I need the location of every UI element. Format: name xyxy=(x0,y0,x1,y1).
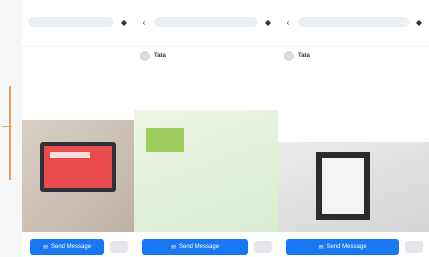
phone-1: ◆ ✉ Send Message xyxy=(22,0,134,257)
post-image[interactable] xyxy=(22,120,134,232)
post-author[interactable]: Tata xyxy=(298,53,310,59)
post-image[interactable] xyxy=(134,110,278,232)
phone-2: ‹ ◆ Tata ✉ Send Message xyxy=(134,0,278,257)
messenger-icon: ✉ xyxy=(170,244,176,251)
messenger-icon: ✉ xyxy=(318,244,324,251)
nav-tabs xyxy=(22,32,134,47)
messenger-icon[interactable]: ◆ xyxy=(415,18,423,27)
top-bar: ‹ ◆ xyxy=(134,12,278,32)
send-message-button[interactable]: ✉ Send Message xyxy=(286,239,399,255)
top-bar: ◆ xyxy=(22,12,134,32)
nav-tabs xyxy=(134,32,278,47)
messenger-icon: ✉ xyxy=(42,244,48,251)
search-input[interactable] xyxy=(154,17,258,27)
messenger-icon[interactable]: ◆ xyxy=(120,18,128,27)
messenger-icon[interactable]: ◆ xyxy=(264,18,272,27)
button-label: Send Message xyxy=(51,244,92,250)
post-text xyxy=(134,65,278,69)
nav-tabs xyxy=(278,32,429,47)
send-message-button[interactable]: ✉ Send Message xyxy=(142,239,248,255)
post-header: Tata xyxy=(278,47,429,65)
post-author[interactable]: Tata xyxy=(154,53,166,59)
back-icon[interactable]: ‹ xyxy=(140,18,148,27)
side-button[interactable] xyxy=(110,241,128,253)
post-image[interactable] xyxy=(278,142,429,232)
search-input[interactable] xyxy=(298,17,409,27)
status-bar xyxy=(278,0,429,12)
post-text xyxy=(278,65,429,69)
status-bar xyxy=(22,0,134,12)
status-bar xyxy=(134,0,278,12)
laptop-image xyxy=(40,142,116,192)
side-button[interactable] xyxy=(254,241,272,253)
avatar[interactable] xyxy=(140,51,150,61)
top-bar: ‹ ◆ xyxy=(278,12,429,32)
button-label: Send Message xyxy=(179,244,220,250)
side-button[interactable] xyxy=(405,241,423,253)
post-header: Tata xyxy=(134,47,278,65)
avatar[interactable] xyxy=(284,51,294,61)
search-input[interactable] xyxy=(28,17,114,27)
left-accent-tick xyxy=(2,126,12,127)
certificate-image xyxy=(316,152,370,220)
left-accent-bar xyxy=(9,86,11,180)
post-text xyxy=(22,47,134,51)
back-icon[interactable]: ‹ xyxy=(284,18,292,27)
phone-3: ‹ ◆ Tata ✉ Send Message xyxy=(278,0,429,257)
send-message-button[interactable]: ✉ Send Message xyxy=(30,239,104,255)
green-overlay xyxy=(146,128,184,152)
button-label: Send Message xyxy=(326,244,367,250)
